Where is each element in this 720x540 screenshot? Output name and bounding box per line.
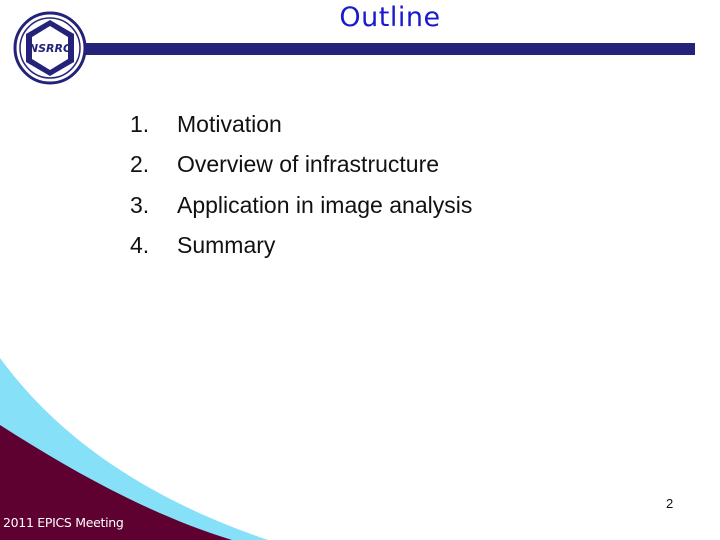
- outline-item: 2. Overview of infrastructure: [130, 145, 472, 186]
- outline-item-number: 3.: [130, 191, 150, 218]
- slide-title: Outline: [339, 2, 441, 33]
- outline-item: 1. Motivation: [130, 104, 472, 145]
- outline-item-number: 1.: [130, 110, 150, 137]
- corner-swoosh-decoration: [0, 358, 268, 540]
- title-underline-bar: [82, 43, 695, 55]
- outline-item-label: Application in image analysis: [177, 191, 473, 218]
- outline-item-number: 2.: [130, 151, 150, 178]
- outline-item: 3. Application in image analysis: [130, 185, 472, 226]
- outline-item: 4. Summary: [130, 226, 472, 267]
- outline-item-label: Motivation: [177, 110, 282, 137]
- logo-text: NSRRC: [29, 42, 71, 55]
- footer-event-label: 2011 EPICS Meeting: [3, 515, 124, 530]
- outline-item-label: Summary: [177, 232, 276, 259]
- page-number: 2: [666, 496, 674, 511]
- outline-list: 1. Motivation 2. Overview of infrastruct…: [130, 104, 472, 266]
- outline-item-number: 4.: [130, 232, 150, 259]
- nsrrc-logo: NSRRC: [13, 11, 87, 85]
- outline-item-label: Overview of infrastructure: [177, 151, 440, 178]
